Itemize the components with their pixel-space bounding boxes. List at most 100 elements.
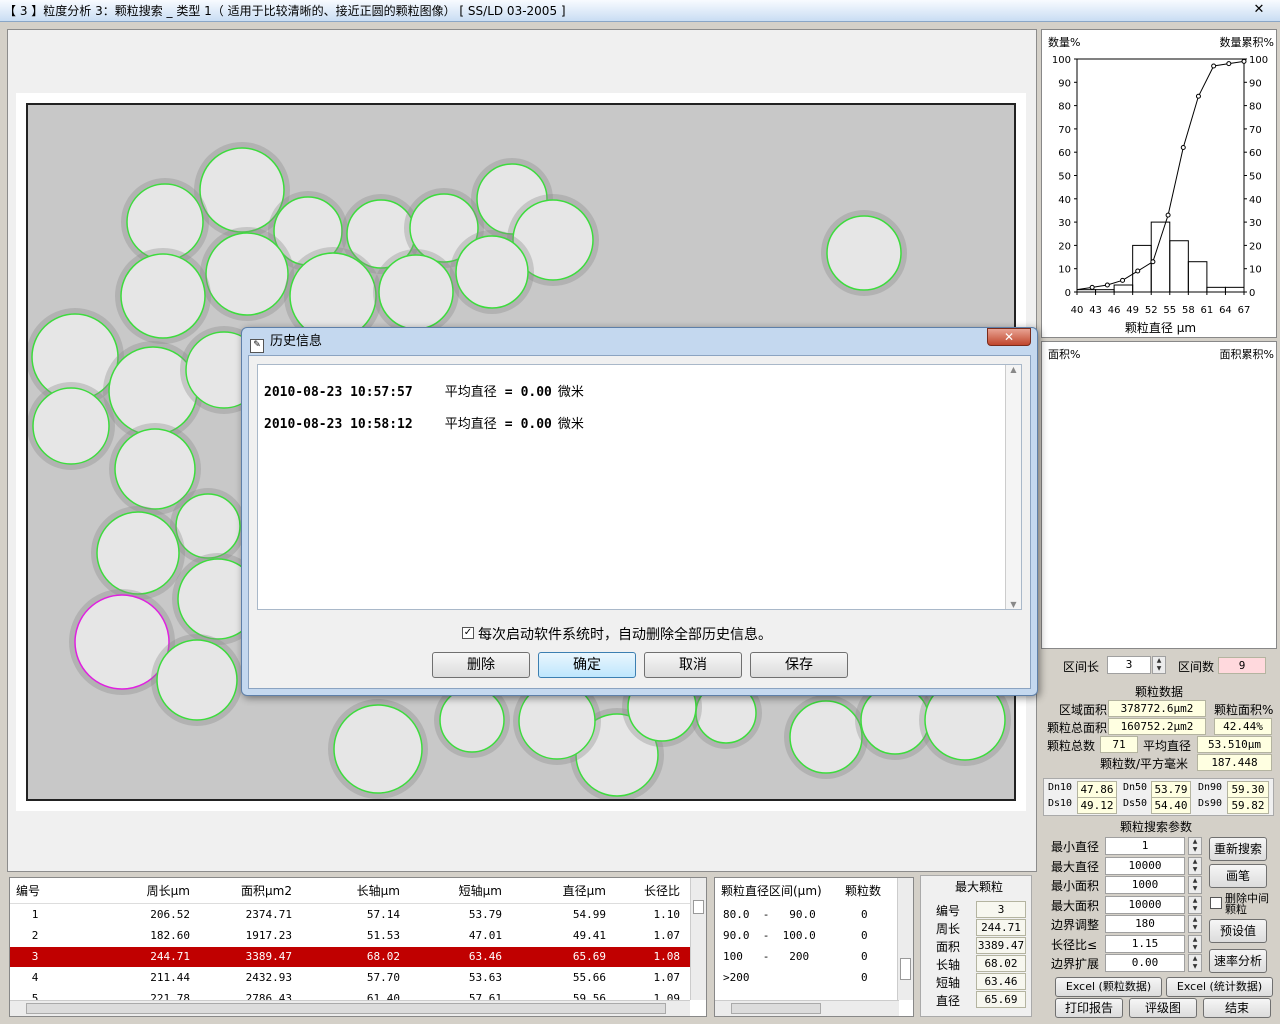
particle[interactable] bbox=[156, 639, 238, 721]
history-dialog-title-text: 历史信息 bbox=[270, 334, 323, 349]
research-button[interactable]: 重新搜索 bbox=[1209, 837, 1267, 861]
table-header-cell[interactable]: 编号 bbox=[10, 878, 60, 903]
range-row[interactable]: >200 0 bbox=[715, 968, 899, 988]
param-spinner[interactable]: ▲ ▼ bbox=[1188, 895, 1202, 914]
param-spinner[interactable]: ▲ ▼ bbox=[1188, 876, 1202, 894]
particle[interactable] bbox=[439, 687, 505, 753]
density-value: 187.448 bbox=[1197, 754, 1272, 771]
range-row[interactable]: 80.0 - 90.0 0 bbox=[715, 905, 899, 925]
0-xtick-label: 49 bbox=[1126, 305, 1139, 316]
table-row[interactable]: 4 211.44 2432.93 57.70 53.63 55.66 1.07 bbox=[10, 968, 690, 988]
table-header-cell[interactable]: 直径μm bbox=[512, 878, 616, 903]
0-bar bbox=[1113, 284, 1134, 293]
auto-delete-checkbox[interactable]: ✓ bbox=[462, 627, 474, 639]
param-spinner[interactable]: ▲ ▼ bbox=[1188, 837, 1202, 855]
particle-table-vscroll[interactable] bbox=[690, 878, 706, 1000]
max-particle-value: 3 bbox=[976, 901, 1026, 918]
param-label: 边界扩展 bbox=[1051, 957, 1100, 971]
history-dialog-close-button[interactable]: ✕ bbox=[987, 328, 1031, 346]
save-button[interactable]: 保存 bbox=[750, 652, 848, 678]
ok-button[interactable]: 确定 bbox=[538, 652, 636, 678]
0-ytick-label: 70 bbox=[1058, 125, 1071, 136]
range-header-count[interactable]: 颗粒数 bbox=[845, 878, 881, 904]
0-cumulative-point bbox=[1241, 58, 1247, 64]
interval-count-label: 区间数 bbox=[1178, 660, 1215, 674]
table-header-cell[interactable]: 长轴μm bbox=[302, 878, 410, 903]
param-input[interactable]: 10000 bbox=[1105, 895, 1185, 914]
0-ytick-label-right: 100 bbox=[1249, 55, 1268, 66]
range-table-vscroll[interactable] bbox=[897, 878, 913, 1000]
delete-mid-checkbox[interactable] bbox=[1210, 897, 1222, 909]
table-header-cell[interactable]: 周长μm bbox=[60, 878, 200, 903]
param-spinner[interactable]: ▲ ▼ bbox=[1188, 934, 1202, 953]
table-cell: 57.14 bbox=[366, 908, 400, 921]
particle[interactable] bbox=[120, 253, 206, 339]
0-bar bbox=[1169, 240, 1189, 293]
range-count: 0 bbox=[861, 929, 868, 942]
grade-chart-button[interactable]: 评级图 bbox=[1129, 998, 1197, 1018]
table-cell: 182.60 bbox=[150, 929, 190, 942]
history-text-area[interactable]: 2010-08-23 10:57:57 平均直径 = 0.00 微米 2010-08-23… bbox=[257, 364, 1022, 610]
rate-analysis-button[interactable]: 速率分析 bbox=[1209, 949, 1267, 973]
particle[interactable] bbox=[333, 704, 423, 794]
table-row[interactable]: 1 206.52 2374.71 57.14 53.79 54.99 1.10 bbox=[10, 905, 690, 925]
particle[interactable] bbox=[175, 493, 241, 559]
range-interval: 80.0 - 90.0 bbox=[723, 908, 816, 921]
cancel-button[interactable]: 取消 bbox=[644, 652, 742, 678]
dn90-label: Dn90 bbox=[1198, 782, 1223, 793]
range-row[interactable]: 100 - 200 0 bbox=[715, 947, 899, 967]
particle[interactable] bbox=[205, 232, 289, 316]
max-particle-value: 68.02 bbox=[976, 955, 1026, 972]
param-input[interactable]: 10000 bbox=[1105, 856, 1185, 875]
0-ytick-label: 100 bbox=[1052, 55, 1071, 66]
particle[interactable] bbox=[789, 700, 863, 774]
range-row[interactable]: 90.0 - 100.0 0 bbox=[715, 926, 899, 946]
history-text-vscroll[interactable]: ▲ ▼ bbox=[1005, 365, 1021, 609]
param-spinner[interactable]: ▲ ▼ bbox=[1188, 954, 1202, 972]
table-cell: 4 bbox=[31, 971, 39, 984]
excel-particle-button[interactable]: Excel (颗粒数据) bbox=[1055, 977, 1162, 997]
param-input[interactable]: 1000 bbox=[1105, 876, 1185, 894]
table-header-cell[interactable]: 面积μm2 bbox=[200, 878, 302, 903]
param-spinner[interactable]: ▲ ▼ bbox=[1188, 856, 1202, 875]
param-input[interactable]: 0.00 bbox=[1105, 954, 1185, 972]
interval-length-spinner[interactable]: ▲ ▼ bbox=[1152, 656, 1166, 674]
0-xtick-label: 55 bbox=[1163, 305, 1176, 316]
table-header-cell[interactable]: 短轴μm bbox=[410, 878, 512, 903]
max-particle-label: 短轴 bbox=[936, 976, 961, 990]
particle[interactable] bbox=[114, 428, 196, 510]
preset-button[interactable]: 预设值 bbox=[1209, 919, 1267, 943]
particle[interactable] bbox=[455, 235, 529, 309]
table-row[interactable]: 2 182.60 1917.23 51.53 47.01 49.41 1.07 bbox=[10, 926, 690, 946]
table-header-cell[interactable]: 长径比 bbox=[616, 878, 690, 903]
param-input[interactable]: 180 bbox=[1105, 915, 1185, 933]
excel-stats-button[interactable]: Excel (统计数据) bbox=[1166, 977, 1273, 997]
table-cell: 53.63 bbox=[468, 971, 502, 984]
particle[interactable] bbox=[32, 387, 110, 465]
param-label: 最小直径 bbox=[1051, 840, 1100, 854]
param-input[interactable]: 1.15 bbox=[1105, 934, 1185, 953]
range-header-interval[interactable]: 颗粒直径区间(μm) bbox=[721, 878, 822, 904]
end-button[interactable]: 结束 bbox=[1203, 998, 1271, 1018]
param-spinner[interactable]: ▲ ▼ bbox=[1188, 915, 1202, 933]
range-table-hscroll[interactable] bbox=[715, 1000, 899, 1016]
history-entry: 2010-08-23 10:57:57 平均直径 = 0.00 微米 bbox=[264, 381, 584, 400]
particle[interactable] bbox=[826, 215, 902, 291]
ds10-value: 49.12 bbox=[1077, 797, 1117, 814]
pen-button[interactable]: 画笔 bbox=[1209, 864, 1267, 888]
max-particle-value: 65.69 bbox=[976, 991, 1026, 1008]
delete-button[interactable]: 删除 bbox=[432, 652, 530, 678]
param-input[interactable]: 1 bbox=[1105, 837, 1185, 855]
0-xtick-label: 64 bbox=[1219, 305, 1232, 316]
print-report-button[interactable]: 打印报告 bbox=[1055, 998, 1123, 1018]
max-particle-value: 63.46 bbox=[976, 973, 1026, 990]
window-close-button[interactable]: ✕ bbox=[1242, 1, 1276, 19]
particle-table-hscroll[interactable] bbox=[10, 1000, 690, 1016]
table-row[interactable]: 3 244.71 3389.47 68.02 63.46 65.69 1.08 bbox=[10, 947, 690, 967]
particle[interactable] bbox=[96, 511, 180, 595]
particle[interactable] bbox=[860, 685, 930, 755]
count-chart-panel: 数量% 数量累积% 0 0 10 10 20 20 30 30 40 40 50 50 60 60 70 70 80… bbox=[1041, 29, 1277, 338]
interval-length-input[interactable]: 3 bbox=[1107, 656, 1151, 674]
auto-delete-label: 每次启动软件系统时，自动删除全部历史信息。 bbox=[478, 627, 772, 643]
particle[interactable] bbox=[378, 254, 454, 330]
